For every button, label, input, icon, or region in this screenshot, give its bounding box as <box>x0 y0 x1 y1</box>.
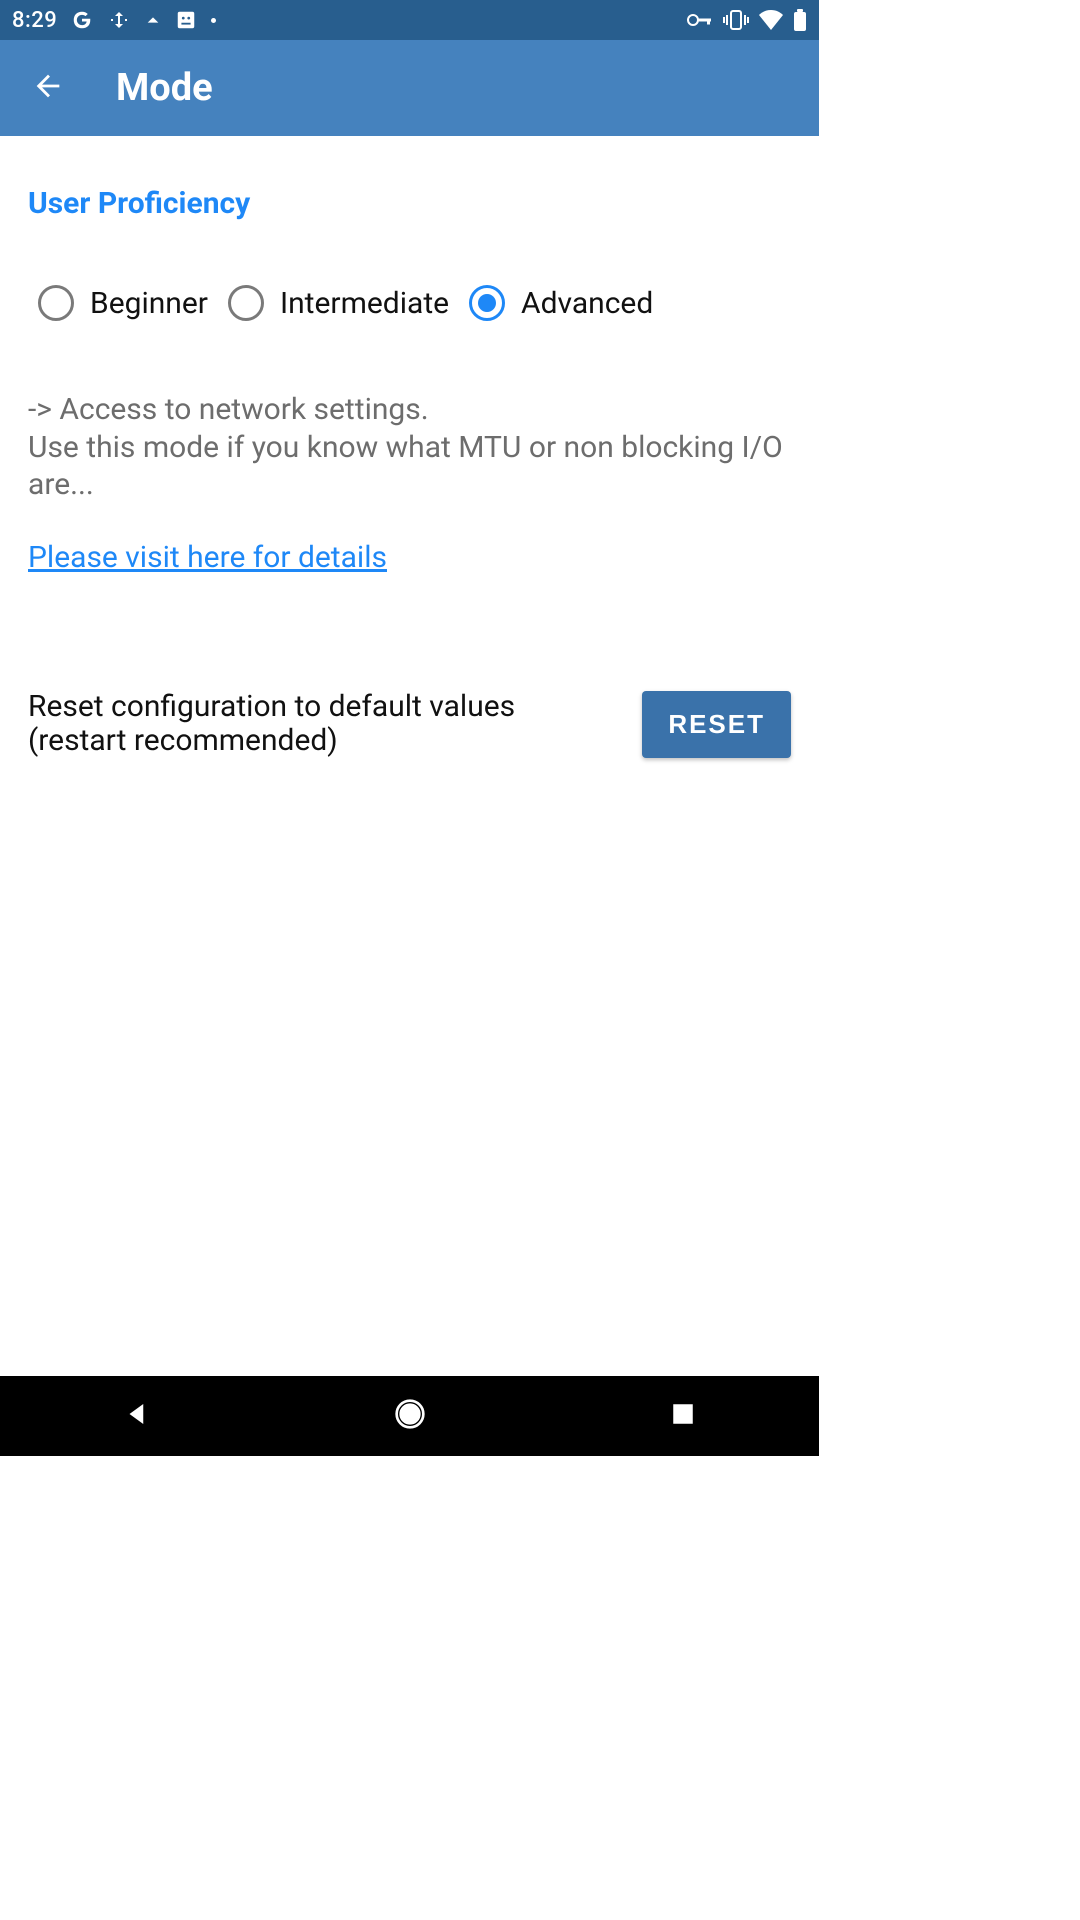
vibrate-icon <box>723 9 749 31</box>
radio-label: Advanced <box>521 286 653 321</box>
proficiency-radio-group: Beginner Intermediate Advanced <box>28 285 791 321</box>
sync-icon <box>107 8 131 32</box>
nav-back-button[interactable] <box>112 1391 162 1441</box>
radio-icon <box>469 285 505 321</box>
radio-intermediate[interactable]: Intermediate <box>228 285 459 321</box>
radio-icon <box>228 285 264 321</box>
back-button[interactable] <box>28 68 68 108</box>
square-recent-icon <box>670 1401 696 1431</box>
radio-label: Intermediate <box>280 286 449 321</box>
wifi-icon <box>759 10 783 30</box>
google-g-icon <box>71 9 93 31</box>
reset-row: Reset configuration to default values (r… <box>28 690 791 759</box>
chevron-up-icon <box>145 12 161 28</box>
mode-description: -> Access to network settings.Use this m… <box>28 391 791 504</box>
page-title: Mode <box>116 66 213 110</box>
details-link[interactable]: Please visit here for details <box>28 540 387 575</box>
triangle-back-icon <box>122 1399 152 1433</box>
battery-icon <box>793 9 807 31</box>
app-notification-icon <box>175 9 197 31</box>
app-bar: Mode <box>0 40 819 136</box>
vpn-key-icon <box>687 12 713 28</box>
radio-advanced[interactable]: Advanced <box>469 285 663 321</box>
status-bar: 8:29 <box>0 0 819 40</box>
content-area: User Proficiency Beginner Intermediate A… <box>0 136 819 1376</box>
nav-home-button[interactable] <box>385 1391 435 1441</box>
status-time: 8:29 <box>12 8 57 33</box>
nav-recent-button[interactable] <box>658 1391 708 1441</box>
navigation-bar <box>0 1376 819 1456</box>
reset-description: Reset configuration to default values (r… <box>28 690 612 759</box>
section-title: User Proficiency <box>28 186 791 221</box>
radio-beginner[interactable]: Beginner <box>38 285 218 321</box>
more-notifications-icon <box>211 18 216 23</box>
arrow-left-icon <box>31 69 65 107</box>
reset-button[interactable]: RESET <box>642 691 791 758</box>
circle-home-icon <box>394 1398 426 1434</box>
radio-icon <box>38 285 74 321</box>
radio-label: Beginner <box>90 286 208 321</box>
